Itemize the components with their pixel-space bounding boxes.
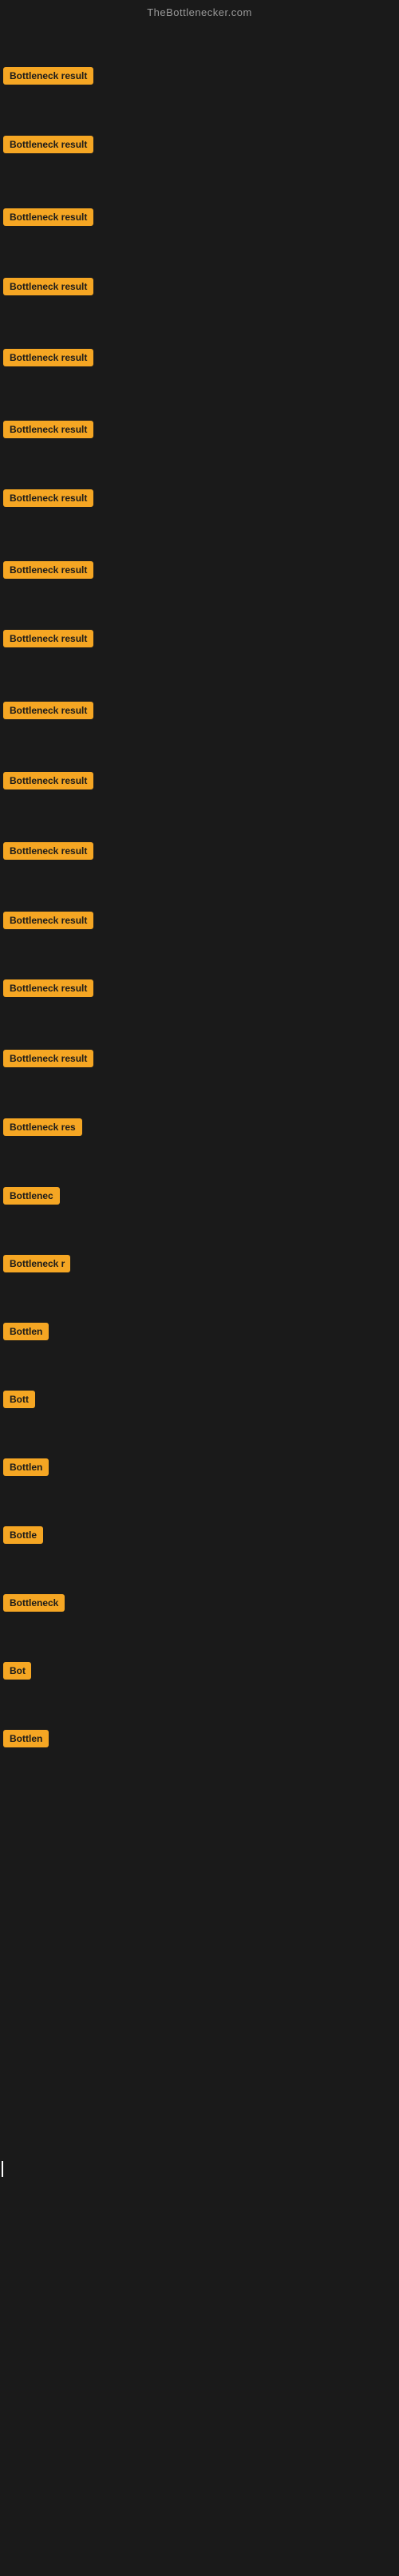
result-item-3[interactable]: Bottleneck result [3,208,93,230]
bottleneck-badge-5[interactable]: Bottleneck result [3,349,93,366]
bottleneck-badge-6[interactable]: Bottleneck result [3,421,93,438]
result-item-14[interactable]: Bottleneck result [3,979,93,1001]
bottleneck-badge-18[interactable]: Bottleneck r [3,1255,70,1272]
result-item-9[interactable]: Bottleneck result [3,630,93,651]
bottleneck-badge-4[interactable]: Bottleneck result [3,278,93,295]
result-item-23[interactable]: Bottleneck [3,1594,65,1616]
result-item-21[interactable]: Bottlen [3,1458,49,1480]
bottleneck-badge-12[interactable]: Bottleneck result [3,842,93,860]
result-item-18[interactable]: Bottleneck r [3,1255,70,1276]
result-item-11[interactable]: Bottleneck result [3,772,93,793]
result-item-6[interactable]: Bottleneck result [3,421,93,442]
bottleneck-badge-22[interactable]: Bottle [3,1526,43,1544]
bottleneck-badge-14[interactable]: Bottleneck result [3,979,93,997]
result-item-15[interactable]: Bottleneck result [3,1050,93,1071]
result-item-17[interactable]: Bottlenec [3,1187,60,1209]
result-item-16[interactable]: Bottleneck res [3,1118,82,1140]
bottleneck-badge-8[interactable]: Bottleneck result [3,561,93,579]
result-item-8[interactable]: Bottleneck result [3,561,93,583]
result-item-12[interactable]: Bottleneck result [3,842,93,864]
result-item-13[interactable]: Bottleneck result [3,912,93,933]
result-item-2[interactable]: Bottleneck result [3,136,93,157]
bottleneck-badge-24[interactable]: Bot [3,1662,31,1680]
bottleneck-badge-19[interactable]: Bottlen [3,1323,49,1340]
text-cursor [2,2161,3,2177]
result-item-24[interactable]: Bot [3,1662,31,1684]
bottleneck-badge-23[interactable]: Bottleneck [3,1594,65,1612]
bottleneck-badge-17[interactable]: Bottlenec [3,1187,60,1205]
result-item-20[interactable]: Bott [3,1391,35,1412]
bottleneck-badge-2[interactable]: Bottleneck result [3,136,93,153]
result-item-22[interactable]: Bottle [3,1526,43,1548]
bottleneck-badge-15[interactable]: Bottleneck result [3,1050,93,1067]
bottleneck-badge-25[interactable]: Bottlen [3,1730,49,1747]
result-item-5[interactable]: Bottleneck result [3,349,93,370]
result-item-4[interactable]: Bottleneck result [3,278,93,299]
bottleneck-badge-11[interactable]: Bottleneck result [3,772,93,789]
bottleneck-badge-3[interactable]: Bottleneck result [3,208,93,226]
bottleneck-badge-13[interactable]: Bottleneck result [3,912,93,929]
result-item-7[interactable]: Bottleneck result [3,489,93,511]
bottleneck-badge-10[interactable]: Bottleneck result [3,702,93,719]
bottleneck-badge-20[interactable]: Bott [3,1391,35,1408]
site-header: TheBottlenecker.com [0,0,399,22]
result-item-1[interactable]: Bottleneck result [3,67,93,89]
bottleneck-badge-16[interactable]: Bottleneck res [3,1118,82,1136]
result-item-25[interactable]: Bottlen [3,1730,49,1751]
result-item-19[interactable]: Bottlen [3,1323,49,1344]
bottleneck-badge-21[interactable]: Bottlen [3,1458,49,1476]
bottleneck-badge-1[interactable]: Bottleneck result [3,67,93,85]
bottleneck-badge-9[interactable]: Bottleneck result [3,630,93,647]
result-item-10[interactable]: Bottleneck result [3,702,93,723]
results-container: Bottleneck result Bottleneck result Bottle… [0,22,399,2576]
bottleneck-badge-7[interactable]: Bottleneck result [3,489,93,507]
